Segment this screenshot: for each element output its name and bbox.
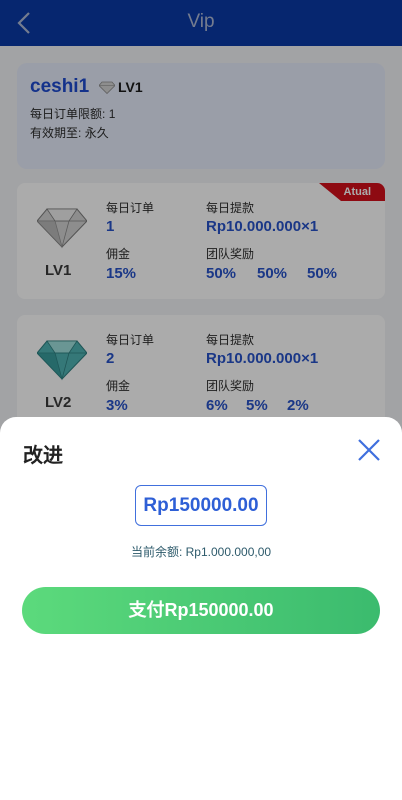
upgrade-amount: Rp150000.00 (135, 485, 267, 526)
pay-button[interactable]: 支付Rp150000.00 (22, 587, 380, 634)
balance-label: 当前余额: (130, 545, 183, 559)
close-icon[interactable] (355, 436, 383, 464)
current-balance: 当前余额: Rp1.000.000,00 (0, 543, 402, 560)
balance-value: Rp1.000.000,00 (185, 545, 272, 559)
sheet-title: 改进 (23, 445, 63, 467)
upgrade-sheet: 改进 Rp150000.00 当前余额: Rp1.000.000,00 支付Rp… (0, 417, 402, 800)
